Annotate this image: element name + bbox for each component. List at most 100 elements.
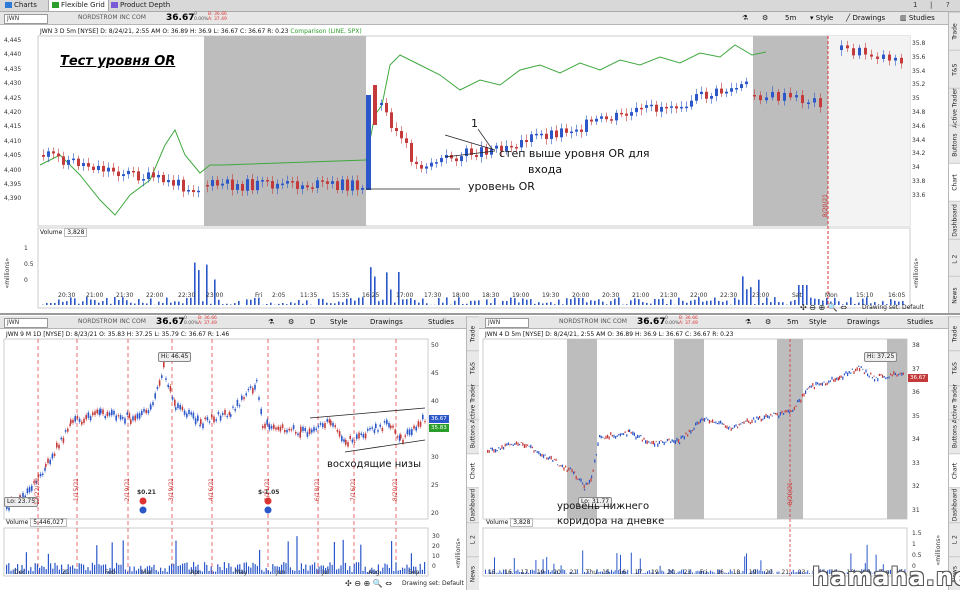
- br-symbol-input[interactable]: JWN: [485, 318, 529, 328]
- top-volume-bar: [238, 301, 240, 305]
- sidebar-tab-chart[interactable]: Chart: [467, 453, 479, 488]
- br-candle: [580, 478, 581, 482]
- top-drawings-button[interactable]: ╱ Drawings: [846, 12, 885, 24]
- bl-time-tick: Mar: [141, 569, 152, 576]
- bl-interval-button[interactable]: D: [310, 316, 315, 328]
- top-volume-bar: [694, 300, 696, 305]
- br-candle: [584, 489, 585, 491]
- sidebar-tab-chart[interactable]: Chart: [949, 163, 960, 202]
- bl-symbol-input[interactable]: JWN: [4, 318, 48, 328]
- sidebar-tab-trade[interactable]: Trade: [467, 316, 479, 351]
- top-style-button[interactable]: ▾ Style: [810, 12, 833, 24]
- bl-right-tick: 25: [431, 482, 439, 489]
- sidebar-tab-active-trader[interactable]: Active Trader: [949, 385, 960, 420]
- br-candle: [597, 442, 598, 446]
- top-candle: [430, 163, 433, 167]
- bl-drawings-button[interactable]: Drawings: [370, 316, 403, 328]
- sidebar-tab-news[interactable]: News: [949, 276, 960, 315]
- top-symbol-input[interactable]: JWN: [4, 14, 48, 24]
- bl-candle: [232, 407, 234, 408]
- top-interval-button[interactable]: 5m: [785, 12, 796, 24]
- sidebar-tab-t-s[interactable]: T&S: [467, 350, 479, 385]
- sidebar-tab-l-2[interactable]: L 2: [949, 522, 960, 557]
- top-candle: [192, 190, 195, 192]
- help-button[interactable]: ?: [946, 0, 950, 11]
- br-volume-bar: [789, 573, 790, 574]
- tab-flexible-grid[interactable]: Flexible Grid: [48, 0, 109, 11]
- sidebar-tab-l-2[interactable]: L 2: [949, 239, 960, 278]
- top-volume-bar: [90, 299, 92, 305]
- bl-candle: [207, 417, 209, 420]
- bl-candle: [229, 412, 231, 415]
- top-studies-button[interactable]: ▥ Studies: [900, 12, 935, 24]
- top-volume-bar: [138, 299, 140, 305]
- top-candle: [570, 132, 573, 134]
- top-right-tick: 35: [912, 95, 920, 102]
- bl-candle: [40, 474, 42, 476]
- sidebar-tab-t-s[interactable]: T&S: [949, 350, 960, 385]
- sidebar-tab-chart[interactable]: Chart: [949, 453, 960, 488]
- sidebar-tab-buttons[interactable]: Buttons: [949, 419, 960, 454]
- window-count[interactable]: 1: [913, 0, 917, 11]
- sidebar-tab-trade[interactable]: Trade: [949, 12, 960, 51]
- top-mon-candle: [876, 57, 879, 59]
- panel-divider[interactable]: [0, 313, 960, 315]
- br-gear-icon[interactable]: ⚙: [765, 316, 771, 328]
- tab-charts[interactable]: Charts: [2, 0, 40, 11]
- top-gear-icon[interactable]: ⚙: [762, 12, 768, 24]
- tab-product-depth[interactable]: Product Depth: [108, 0, 173, 11]
- br-candle: [718, 421, 719, 424]
- top-volume-bar: [46, 303, 48, 305]
- br-candle: [830, 380, 831, 382]
- sidebar-tab-trade[interactable]: Trade: [949, 316, 960, 351]
- bl-candle: [167, 385, 169, 387]
- br-candle: [552, 460, 553, 462]
- bl-flask-icon[interactable]: ⚗: [268, 316, 274, 328]
- br-candle: [882, 375, 883, 378]
- bl-volume-bar: [83, 565, 84, 574]
- top-drawing-set[interactable]: Drawing set: Default: [862, 304, 924, 311]
- sidebar-tab-active-trader[interactable]: Active Trader: [949, 88, 960, 127]
- bl-volume-bar: [340, 565, 341, 574]
- sidebar-tab-buttons[interactable]: Buttons: [949, 125, 960, 164]
- br-style-button[interactable]: Style: [809, 316, 827, 328]
- br-candle: [492, 448, 493, 451]
- top-time-tick: 20:00: [572, 292, 589, 299]
- top-candle: [740, 84, 743, 88]
- top-pre-candle: [326, 181, 329, 184]
- br-studies-button[interactable]: Studies: [907, 316, 933, 328]
- sidebar-tab-dashboard[interactable]: Dashboard: [467, 487, 479, 522]
- sidebar-tab-dashboard[interactable]: Dashboard: [949, 487, 960, 522]
- br-time-tick: 16: [618, 569, 626, 576]
- bl-candle: [329, 419, 331, 422]
- sidebar-tab-dashboard[interactable]: Dashboard: [949, 201, 960, 240]
- sidebar-tab-buttons[interactable]: Buttons: [467, 419, 479, 454]
- top-zoom-controls[interactable]: ✣ ⊖ ⊕ 🔍 ⇔: [800, 303, 847, 312]
- br-flask-icon[interactable]: ⚗: [745, 316, 751, 328]
- bl-volume-bar: [136, 571, 137, 574]
- top-left-tick: 4,435: [4, 66, 21, 73]
- br-candle: [773, 413, 774, 414]
- sidebar-tab-l-2[interactable]: L 2: [467, 522, 479, 557]
- top-flask-icon[interactable]: ⚗: [742, 12, 748, 24]
- bl-time-tick: Aug: [368, 569, 380, 576]
- top-candle: [67, 160, 70, 165]
- top-candle: [670, 106, 673, 108]
- br-interval-button[interactable]: 5m: [787, 316, 798, 328]
- br-time-tick: 16: [504, 569, 512, 576]
- top-pre-candle: [206, 185, 209, 187]
- bl-studies-button[interactable]: Studies: [428, 316, 454, 328]
- bl-style-button[interactable]: Style: [330, 316, 348, 328]
- sidebar-tab-active-trader[interactable]: Active Trader: [467, 385, 479, 420]
- bl-volume-bar: [217, 564, 218, 574]
- bl-gear-icon[interactable]: ⚙: [288, 316, 294, 328]
- bl-date-label: 4/16/21: [208, 478, 215, 501]
- bl-zoom-controls[interactable]: ✣ ⊖ ⊕ 🔍 ⇔: [345, 579, 392, 588]
- br-candle: [505, 444, 506, 447]
- br-candle: [735, 424, 736, 426]
- sidebar-tab-t-s[interactable]: T&S: [949, 50, 960, 89]
- bl-drawing-set[interactable]: Drawing set: Default: [402, 580, 464, 587]
- sidebar-tab-news[interactable]: News: [467, 556, 479, 591]
- br-price-chart[interactable]: [479, 328, 948, 590]
- br-drawings-button[interactable]: Drawings: [847, 316, 880, 328]
